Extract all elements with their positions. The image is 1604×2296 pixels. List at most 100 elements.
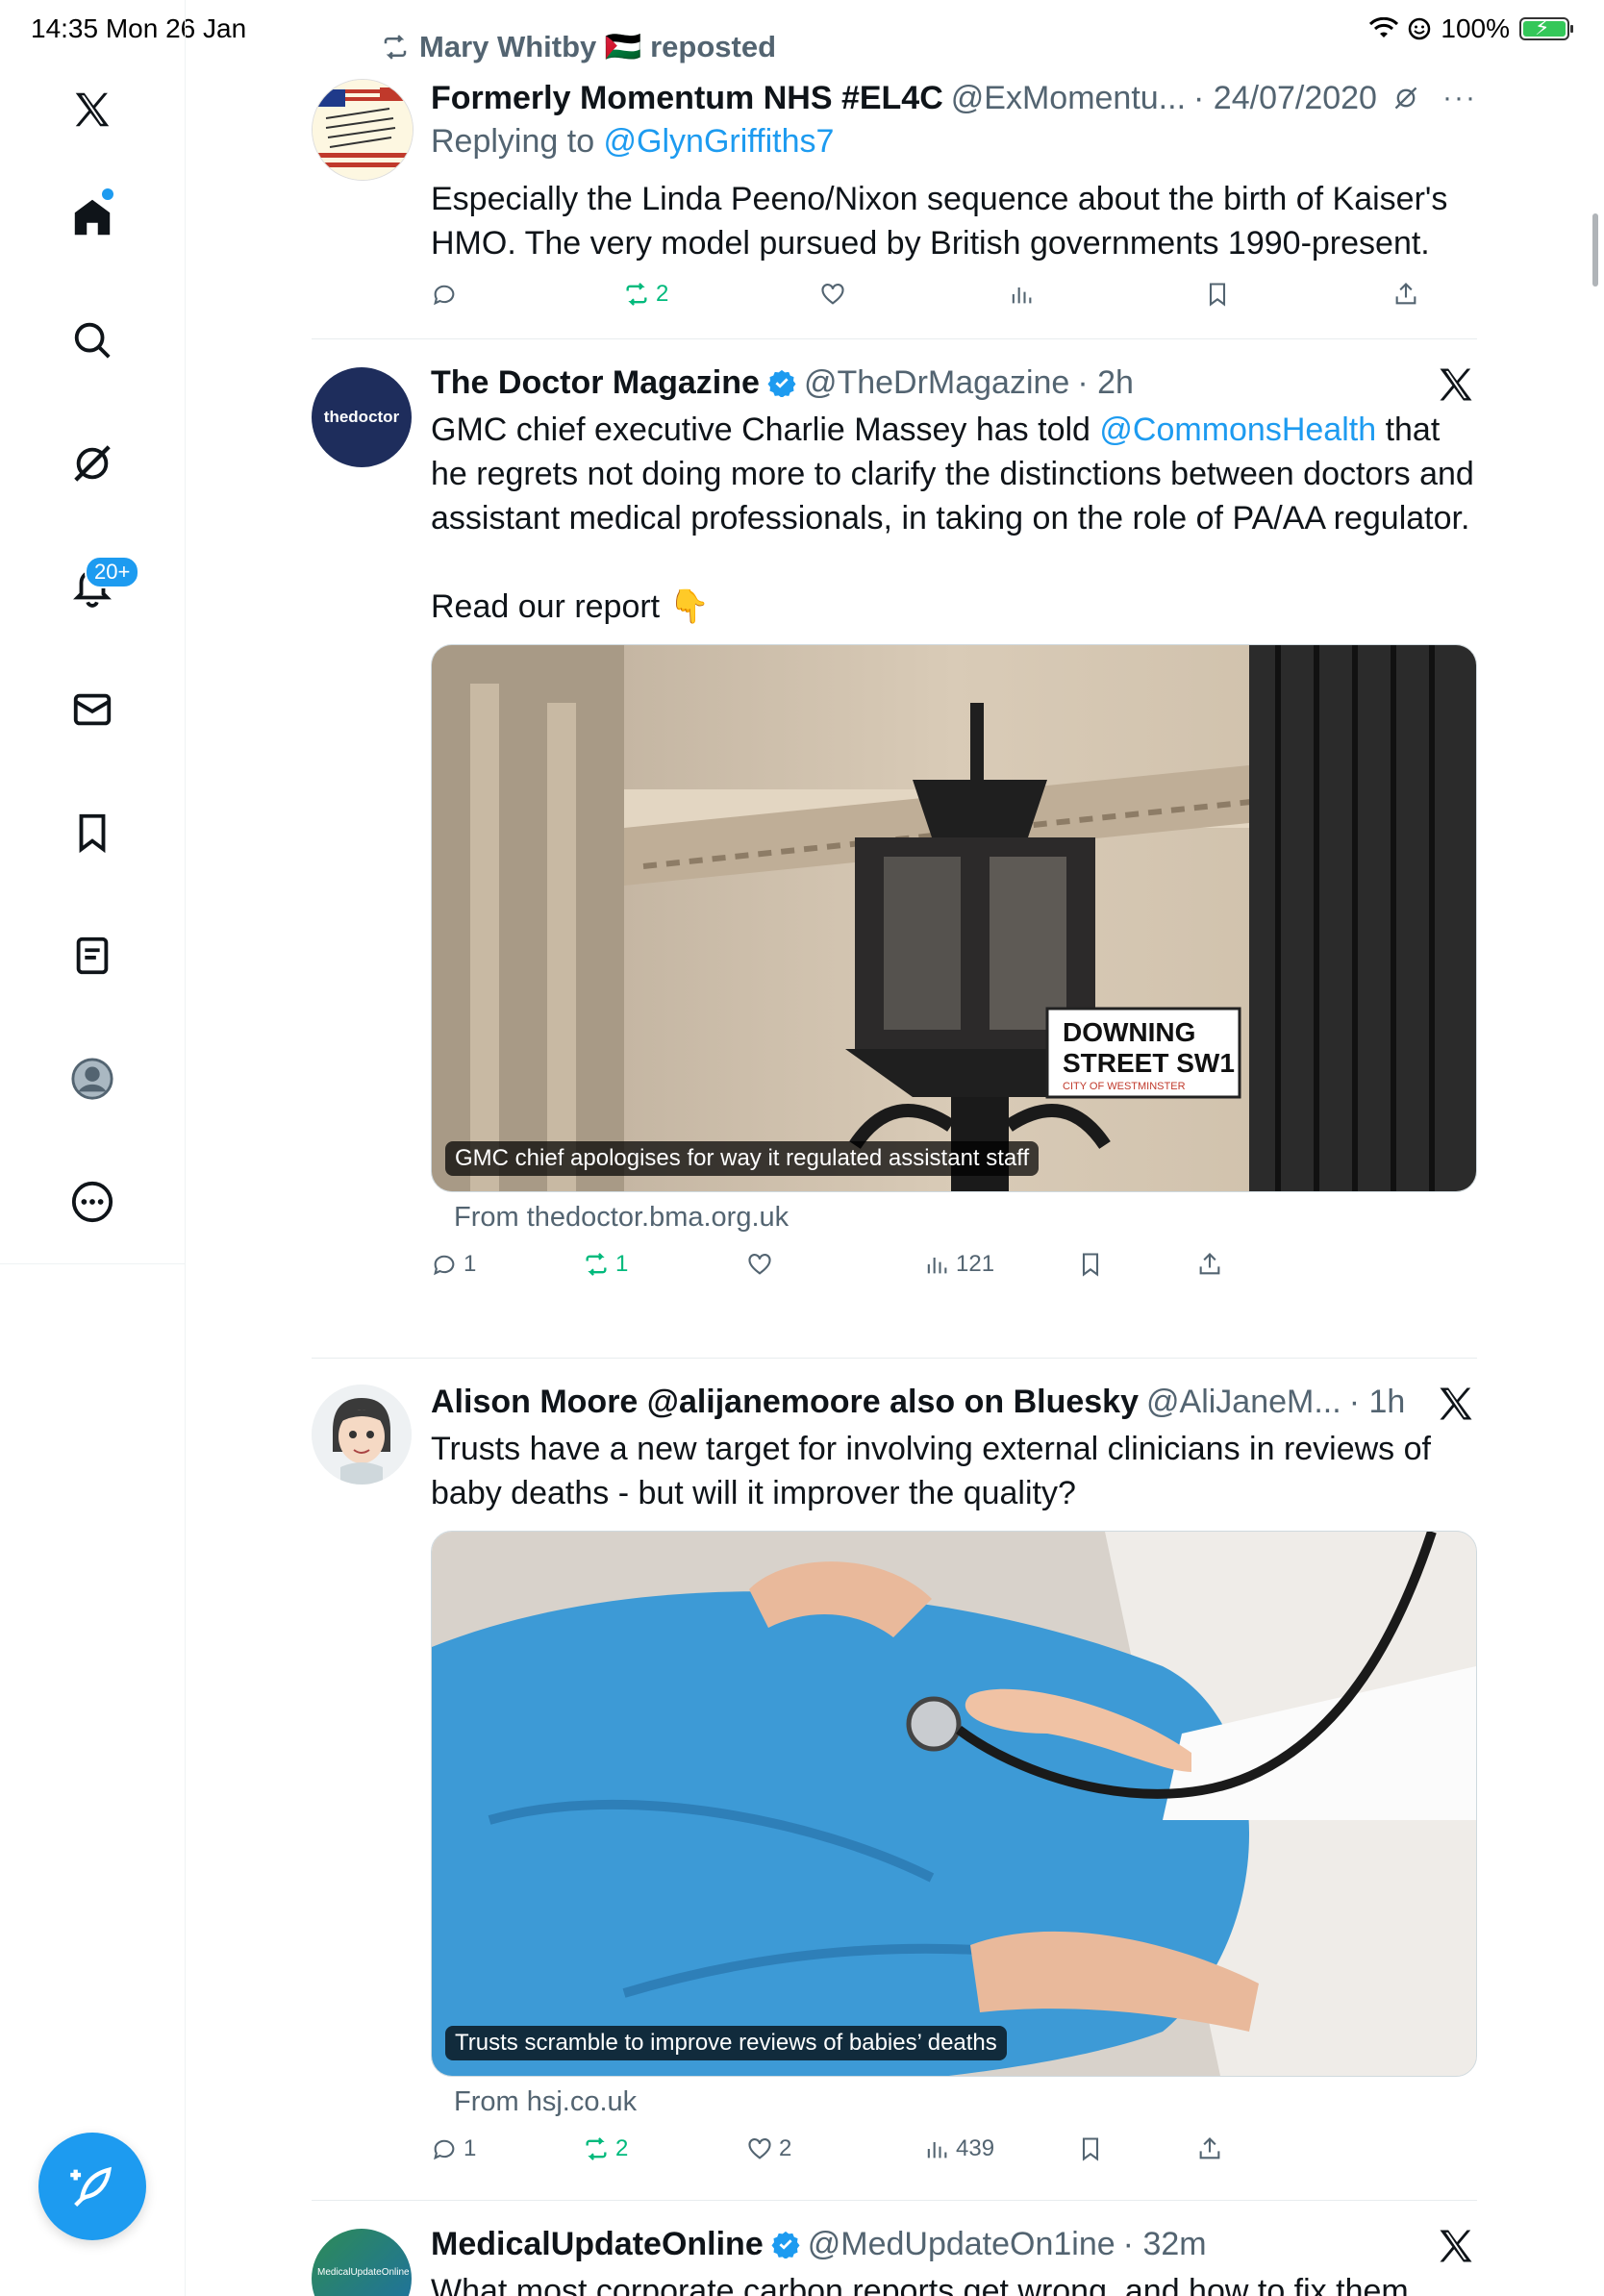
author-handle[interactable]: @ExMomentu... xyxy=(951,80,1186,117)
author-name[interactable]: Formerly Momentum NHS #EL4C xyxy=(431,80,943,117)
grok-icon[interactable] xyxy=(1392,84,1419,112)
author-name[interactable]: Alison Moore @alijanemoore also on Blues… xyxy=(431,1384,1139,1421)
tweet-formerly-momentum[interactable]: Formerly Momentum NHS #EL4C @ExMomentu..… xyxy=(312,77,1477,308)
media-caption: Trusts scramble to improve reviews of ba… xyxy=(445,2026,1007,2060)
reply-button[interactable] xyxy=(431,281,464,308)
tweet-alison-moore[interactable]: Alison Moore @alijanemoore also on Blues… xyxy=(312,1381,1477,2169)
tweet-text: What most corporate carbon reports get w… xyxy=(431,2273,1409,2296)
scrollbar[interactable] xyxy=(1592,213,1598,287)
notifications-badge: 20+ xyxy=(85,556,140,588)
avatar-logo-text: thedoctor xyxy=(323,408,400,426)
tweet-actions: 1 1 121 xyxy=(431,1251,1477,1293)
more-dots-icon[interactable]: ··· xyxy=(1442,82,1477,114)
reply-icon xyxy=(434,1255,455,1276)
views-button[interactable]: 439 xyxy=(923,2135,994,2162)
repost-button[interactable]: 1 xyxy=(583,1251,628,1278)
bookmark-icon xyxy=(1209,283,1226,307)
link-card-image[interactable]: Trusts scramble to improve reviews of ba… xyxy=(431,1531,1477,2077)
post-time[interactable]: · 2h xyxy=(1077,364,1134,402)
battery-percent: 100% xyxy=(1441,13,1510,43)
share-icon xyxy=(1199,1253,1220,1275)
repost-button[interactable]: 2 xyxy=(583,2135,628,2162)
tweet-header: Formerly Momentum NHS #EL4C @ExMomentu..… xyxy=(431,77,1477,119)
grok-icon[interactable] xyxy=(58,429,127,498)
share-icon xyxy=(1395,283,1416,305)
bookmarks-icon[interactable] xyxy=(58,798,127,867)
mention-link[interactable]: @CommonsHealth xyxy=(1099,412,1376,448)
like-button[interactable]: 2 xyxy=(746,2135,791,2162)
bookmark-button[interactable] xyxy=(1204,281,1231,308)
reply-button[interactable]: 1 xyxy=(431,2135,476,2162)
author-handle[interactable]: @TheDrMagazine xyxy=(804,364,1069,402)
sidebar-divider xyxy=(0,1263,185,1264)
x-logo-icon[interactable] xyxy=(58,75,127,144)
post-time[interactable]: · 1h xyxy=(1349,1384,1406,1421)
views-button[interactable]: 121 xyxy=(923,1251,994,1278)
link-source[interactable]: From hsj.co.uk xyxy=(454,2086,1477,2118)
focus-icon xyxy=(1409,17,1431,40)
search-icon[interactable] xyxy=(58,306,127,375)
replying-to-line: Replying to @GlynGriffiths7 xyxy=(431,123,1477,167)
sign-line-2: STREET SW1 xyxy=(1063,1048,1235,1078)
sidebar-border xyxy=(185,1264,186,2296)
avatar-the-doctor-magazine[interactable]: thedoctor xyxy=(312,367,412,467)
post-time[interactable]: · 32m xyxy=(1123,2226,1207,2263)
author-handle[interactable]: @AliJaneM... xyxy=(1146,1384,1341,1421)
like-button[interactable] xyxy=(819,281,846,308)
author-name[interactable]: MedicalUpdateOnline xyxy=(431,2226,764,2263)
reply-icon xyxy=(434,285,455,306)
bookmark-button[interactable] xyxy=(1077,1251,1104,1278)
more-options-icon[interactable] xyxy=(58,1167,127,1236)
tweet-text: GMC chief executive Charlie Massey has t… xyxy=(431,408,1477,540)
like-button[interactable] xyxy=(746,1251,773,1278)
sidebar: 20+ xyxy=(0,0,186,1264)
compose-post-button[interactable] xyxy=(38,2133,146,2240)
bookmark-icon xyxy=(1082,1253,1099,1277)
status-indicators: 100% ⚡ xyxy=(1369,13,1573,44)
compose-feather-icon xyxy=(70,2166,112,2208)
bookmark-icon xyxy=(1082,2137,1099,2161)
x-logo-icon xyxy=(1440,2230,1472,2262)
views-count: 439 xyxy=(956,2135,995,2161)
views-button[interactable] xyxy=(1008,281,1035,308)
reply-icon xyxy=(434,2139,455,2160)
tweet-medical-update-online[interactable]: MedicalUpdateOnline MedicalUpdateOnline … xyxy=(312,2223,1477,2296)
reply-button[interactable]: 1 xyxy=(431,1251,476,1278)
messages-envelope-icon[interactable] xyxy=(58,675,127,744)
share-button[interactable] xyxy=(1196,2135,1223,2162)
bookmark-button[interactable] xyxy=(1077,2135,1104,2162)
post-time[interactable]: · 24/07/2020 xyxy=(1193,80,1377,117)
heart-icon xyxy=(748,2138,771,2159)
share-button[interactable] xyxy=(1196,1251,1223,1278)
tweet-header: The Doctor Magazine @TheDrMagazine · 2h xyxy=(431,362,1477,404)
repost-button[interactable]: 2 xyxy=(623,281,668,308)
repost-icon xyxy=(586,1253,607,1276)
avatar-medical-update-online[interactable]: MedicalUpdateOnline xyxy=(312,2229,412,2296)
avatar-logo-text: MedicalUpdateOnline xyxy=(317,2267,410,2278)
sign-line-1: DOWNING xyxy=(1063,1017,1195,1047)
tweet-header: Alison Moore @alijanemoore also on Blues… xyxy=(431,1381,1477,1423)
link-card-image[interactable]: DOWNING STREET SW1 CITY OF WESTMINSTER G… xyxy=(431,644,1477,1192)
x-logo-icon xyxy=(1440,1387,1472,1420)
tweet-text-cta: Read our report 👇 xyxy=(431,588,710,625)
heart-icon xyxy=(748,1254,771,1275)
wifi-icon xyxy=(1369,17,1399,37)
home-icon[interactable] xyxy=(58,183,127,252)
author-handle[interactable]: @MedUpdateOn1ine xyxy=(808,2226,1115,2263)
profile-avatar-icon[interactable] xyxy=(58,1044,127,1113)
tweet-the-doctor-magazine[interactable]: thedoctor The Doctor Magazine @TheDrMaga… xyxy=(312,362,1477,1342)
share-button[interactable] xyxy=(1392,281,1419,308)
verified-badge-icon xyxy=(771,2231,800,2259)
tweet-actions: 2 xyxy=(431,281,1477,323)
repost-indicator: Mary Whitby 🇵🇸 reposted xyxy=(381,29,776,64)
reply-count: 1 xyxy=(464,2135,477,2161)
avatar-formerly-momentum[interactable] xyxy=(312,79,414,181)
verified-badge-icon xyxy=(767,369,796,397)
author-name[interactable]: The Doctor Magazine xyxy=(431,364,760,402)
avatar-alison-moore[interactable] xyxy=(312,1385,412,1485)
link-source[interactable]: From thedoctor.bma.org.uk xyxy=(454,1202,1477,1234)
like-count: 2 xyxy=(779,2135,792,2161)
lists-icon[interactable] xyxy=(58,921,127,990)
tweet-separator xyxy=(312,1358,1477,1359)
replying-to-mention[interactable]: @GlynGriffiths7 xyxy=(604,123,835,160)
